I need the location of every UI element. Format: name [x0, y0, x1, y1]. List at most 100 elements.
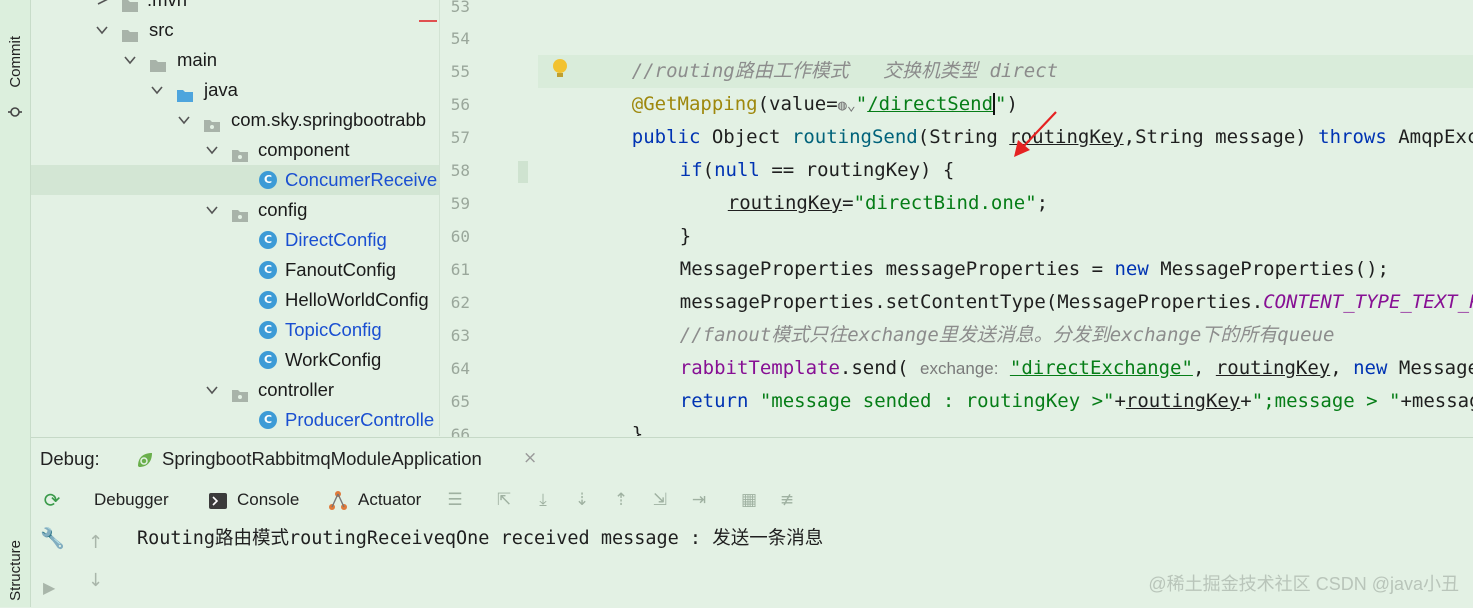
tree-label: controller — [258, 379, 335, 400]
keyword: return — [679, 390, 749, 412]
code-line-55[interactable]: @GetMapping(value=◍⌄"/directSend ") — [586, 55, 1018, 115]
source-folder-icon — [176, 82, 194, 102]
chevron-right-icon[interactable] — [95, 0, 109, 15]
code-line-60[interactable]: MessageProperties messageProperties = ne… — [634, 220, 1389, 280]
line-number: 54 — [450, 29, 470, 48]
watermark: @稀土掘金技术社区 CSDN @java小丑 — [1148, 570, 1459, 596]
code-text: AmqpExc — [1386, 126, 1473, 148]
commit-icon[interactable] — [8, 104, 22, 118]
resume-icon[interactable]: ▶ — [43, 578, 55, 597]
line-number: 63 — [450, 326, 470, 345]
run-to-cursor-icon[interactable]: ⇥ — [689, 490, 709, 510]
code-editor[interactable]: //routing路由工作模式 交换机类型 direct @GetMapping… — [538, 0, 1473, 436]
tree-row-config[interactable]: config — [201, 195, 439, 225]
rerun-icon[interactable]: ⟳ — [42, 490, 62, 510]
class-icon: C — [259, 261, 277, 279]
code-line-59[interactable]: } — [634, 187, 691, 247]
lightbulb-icon[interactable] — [550, 57, 570, 81]
line-number: 59 — [450, 194, 470, 213]
tree-label: FanoutConfig — [285, 259, 397, 280]
left-tool-strip: Commit Structure — [0, 0, 31, 607]
code-line-62[interactable]: //fanout模式只往exchange里发送消息。分发到exchange下的所… — [634, 286, 1335, 346]
chevron-down-icon[interactable] — [123, 45, 137, 75]
package-icon — [203, 112, 221, 132]
step-into-icon[interactable]: ⇣ — [572, 490, 592, 510]
code-text: ; — [1036, 192, 1049, 214]
error-marker — [419, 20, 437, 22]
tree-row-fanoutconfig[interactable]: C FanoutConfig — [259, 255, 439, 285]
folder-icon — [121, 0, 139, 12]
commit-tab[interactable]: Commit — [7, 36, 24, 88]
drop-frame-icon[interactable]: ⇲ — [650, 490, 670, 510]
tree-label: src — [149, 19, 174, 40]
code-text: = — [842, 192, 854, 214]
code-line-63[interactable]: rabbitTemplate.send( exchange: "directEx… — [634, 319, 1473, 379]
code-line-65[interactable]: } — [586, 385, 643, 436]
class-icon: C — [259, 321, 277, 339]
folder-icon — [149, 52, 167, 72]
line-number: 55 — [450, 62, 470, 81]
evaluate-icon[interactable]: ▦ — [739, 490, 759, 510]
class-icon: C — [259, 291, 277, 309]
keyword: throws — [1318, 126, 1387, 148]
code-line-64[interactable]: return "message sended : routingKey >"+r… — [634, 352, 1473, 412]
tree-row-package-root[interactable]: com.sky.springbootrabb — [173, 105, 439, 135]
show-execution-point-icon[interactable]: ⇱ — [494, 490, 514, 510]
debug-header: Debug: SpringbootRabbitmqModuleApplicati… — [31, 438, 1473, 480]
trace-icon[interactable]: ≢ — [777, 490, 797, 510]
debug-tabs: ⟳ Debugger Console Actuator ☰ ⇱ ⤓ ⇣ ⇡ ⇲ … — [31, 482, 1473, 518]
close-icon[interactable]: × — [523, 448, 537, 468]
code-text: + — [1114, 390, 1126, 412]
tree-label: .mvn — [147, 0, 187, 15]
string-literal: "message sended : routingKey >" — [748, 390, 1115, 412]
chevron-down-icon[interactable] — [205, 375, 219, 405]
code-line-61[interactable]: messageProperties.setContentType(Message… — [634, 253, 1473, 313]
tree-row-main[interactable]: main — [119, 45, 419, 75]
up-arrow-icon[interactable]: ↑ — [88, 532, 103, 553]
code-text: + — [1240, 390, 1252, 412]
tree-row-controller[interactable]: controller — [201, 375, 439, 405]
tree-row-concumerreceive[interactable]: C ConcumerReceive — [31, 165, 439, 195]
tree-label: ProducerControlle — [285, 409, 435, 430]
chevron-down-icon[interactable] — [150, 75, 164, 105]
parameter: routingKey — [1125, 390, 1241, 412]
run-config-tab[interactable]: SpringbootRabbitmqModuleApplication — [162, 448, 482, 470]
tab-actuator[interactable]: Actuator — [358, 488, 421, 512]
tree-row-java[interactable]: java — [146, 75, 426, 105]
tree-label: DirectConfig — [285, 229, 387, 250]
class-icon: C — [259, 171, 277, 189]
code-line-54[interactable]: //routing路由工作模式 交换机类型 direct — [586, 22, 1058, 82]
step-out-icon[interactable]: ⇡ — [611, 490, 631, 510]
tree-row-workconfig[interactable]: C WorkConfig — [259, 345, 439, 375]
chevron-down-icon[interactable] — [177, 105, 191, 135]
tab-debugger[interactable]: Debugger — [94, 488, 169, 512]
code-text: ,String message) — [1123, 126, 1319, 148]
tree-row-component[interactable]: component — [201, 135, 439, 165]
line-number: 62 — [450, 293, 470, 312]
tree-label: com.sky.springbootrabb — [231, 109, 427, 130]
tree-row-helloworldconfig[interactable]: C HelloWorldConfig — [259, 285, 439, 315]
class-icon: C — [259, 351, 277, 369]
tree-row-topicconfig[interactable]: C TopicConfig — [259, 315, 439, 345]
code-line-58[interactable]: routingKey="directBind.one"; — [682, 154, 1048, 214]
tree-row-producercontroller[interactable]: C ProducerControlle — [259, 405, 439, 435]
class-icon: C — [259, 231, 277, 249]
code-text: +messag — [1400, 390, 1473, 412]
tree-label: WorkConfig — [285, 349, 382, 370]
structure-tab[interactable]: Structure — [7, 540, 24, 601]
tree-row-directconfig[interactable]: C DirectConfig — [259, 225, 439, 255]
menu-icon[interactable]: ☰ — [445, 490, 465, 510]
code-line-57[interactable]: if(null == routingKey) { — [634, 121, 955, 181]
tree-row-src[interactable]: src — [91, 15, 391, 45]
tab-console[interactable]: Console — [237, 488, 299, 512]
chevron-down-icon[interactable] — [205, 135, 219, 165]
wrench-icon[interactable]: 🔧 — [40, 526, 65, 550]
chevron-down-icon[interactable] — [205, 195, 219, 225]
line-number: 57 — [450, 128, 470, 147]
string-literal: ";message > " — [1251, 390, 1401, 412]
step-over-icon[interactable]: ⤓ — [533, 490, 553, 510]
line-number: 58 — [450, 161, 470, 180]
down-arrow-icon[interactable]: ↓ — [88, 570, 103, 591]
chevron-down-icon[interactable] — [95, 15, 109, 45]
watermark-text: @稀土掘金技术社区 — [1148, 574, 1311, 594]
